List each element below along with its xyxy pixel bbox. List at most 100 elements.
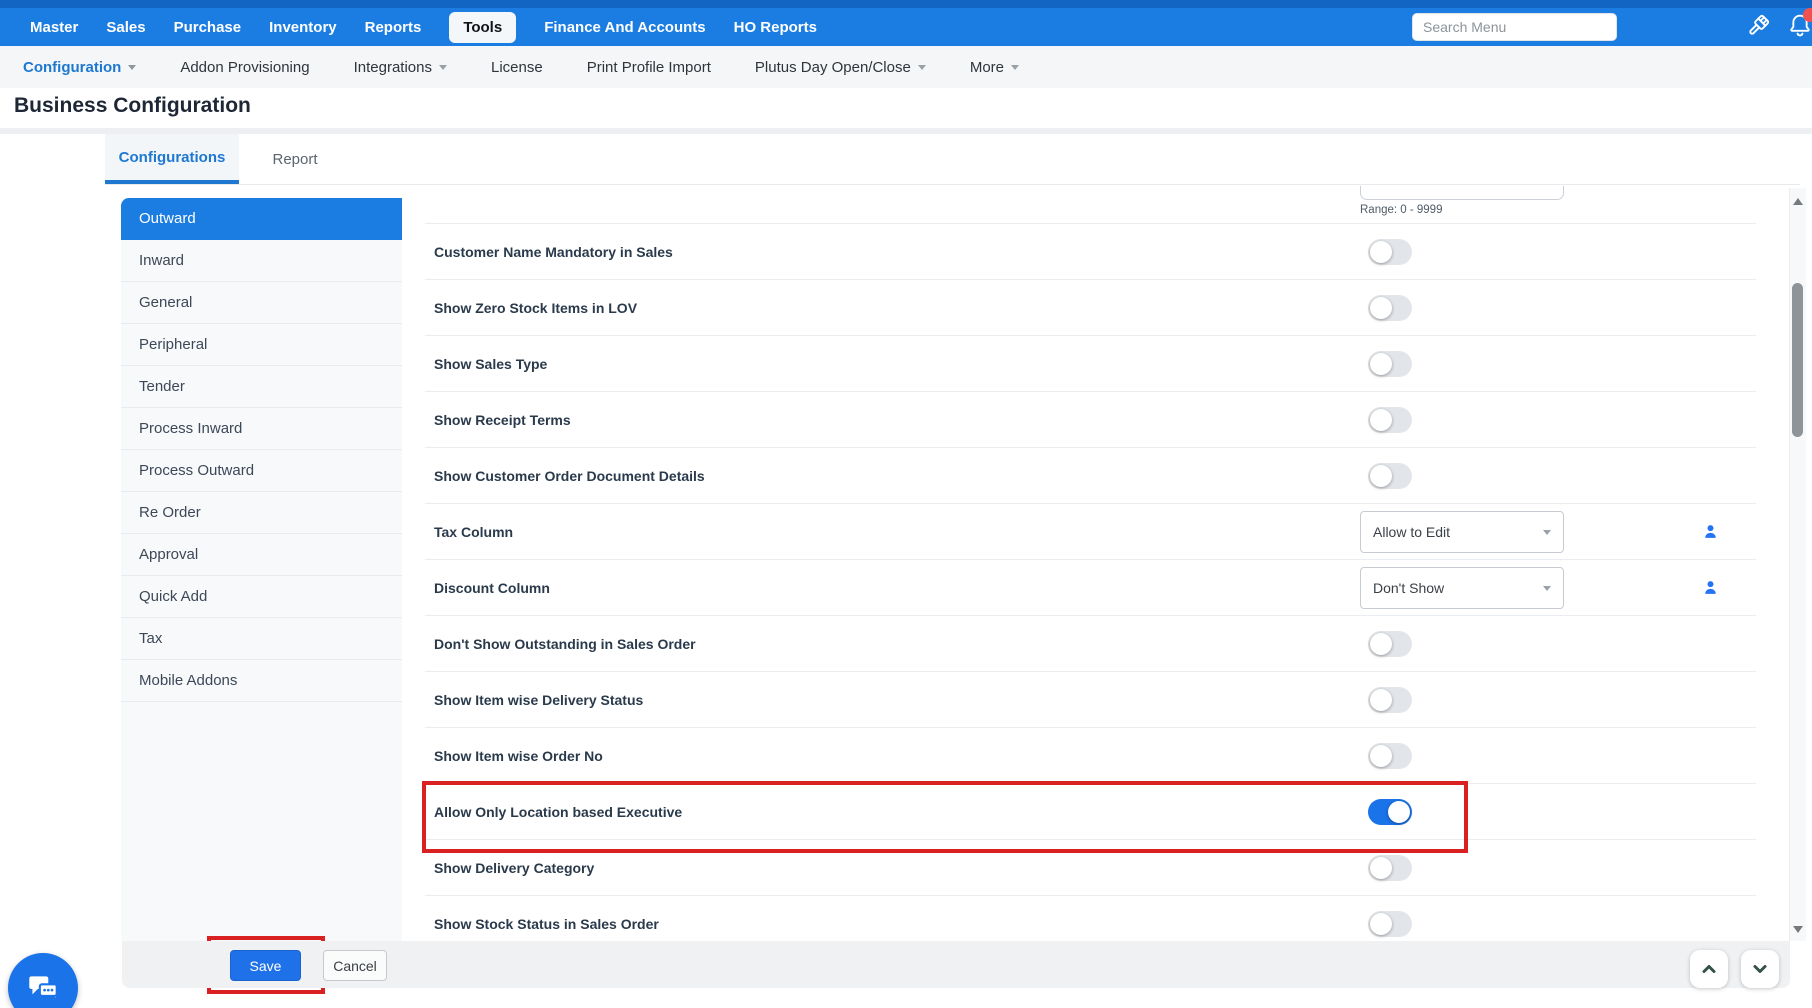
sidebar-item-inward[interactable]: Inward (121, 240, 402, 282)
discount-column-select[interactable]: Don't Show (1360, 567, 1564, 609)
toggle-customer-order-doc-details[interactable] (1368, 463, 1412, 489)
caret-down-icon (438, 64, 447, 70)
subnav-plutus-day-open-close[interactable]: Plutus Day Open/Close (755, 59, 926, 76)
toggle-itemwise-order-no[interactable] (1368, 743, 1412, 769)
toggle-knob (1370, 241, 1392, 263)
scrollbar-up-arrow[interactable] (1793, 198, 1803, 205)
setting-row: Discount Column Don't Show (425, 560, 1756, 616)
person-icon[interactable] (1702, 523, 1719, 540)
paintbrush-icon[interactable] (1742, 12, 1772, 42)
sub-nav-items: Configuration Addon Provisioning Integra… (23, 46, 1020, 88)
top-nav-items: Master Sales Purchase Inventory Reports … (30, 8, 817, 46)
subnav-license-label: License (490, 58, 543, 76)
subnav-print-profile-import[interactable]: Print Profile Import (587, 59, 711, 76)
chat-widget-button[interactable] (8, 953, 78, 1008)
tax-column-select[interactable]: Allow to Edit (1360, 511, 1564, 553)
toggle-show-sales-type[interactable] (1368, 351, 1412, 377)
sidebar-item-re-order[interactable]: Re Order (121, 492, 402, 534)
subnav-configuration-label: Configuration (23, 58, 122, 76)
toggle-knob (1370, 297, 1392, 319)
scrollbar-down-arrow[interactable] (1793, 926, 1803, 933)
sidebar-item-approval[interactable]: Approval (121, 534, 402, 576)
caret-down-icon (1543, 529, 1551, 535)
setting-row: Customer Name Mandatory in Sales (425, 224, 1756, 280)
sidebar-item-quick-add[interactable]: Quick Add (121, 576, 402, 618)
setting-label: Show Receipt Terms (434, 411, 571, 428)
range-hint: Range: 0 - 9999 (1360, 204, 1443, 216)
chevron-up-icon (1702, 965, 1716, 973)
toggle-show-stock-status[interactable] (1368, 911, 1412, 937)
sidebar-item-tender[interactable]: Tender (121, 366, 402, 408)
nav-ho-reports[interactable]: HO Reports (734, 19, 817, 36)
cancel-button[interactable]: Cancel (323, 950, 387, 981)
subnav-more[interactable]: More (970, 59, 1020, 76)
nav-sales[interactable]: Sales (106, 19, 145, 36)
vertical-scrollbar[interactable] (1789, 188, 1806, 941)
subnav-integrations-label: Integrations (353, 58, 432, 76)
search-input[interactable] (1412, 13, 1617, 41)
subnav-addon-provisioning[interactable]: Addon Provisioning (180, 59, 309, 76)
top-navigation-bar: Master Sales Purchase Inventory Reports … (0, 0, 1812, 46)
toggle-show-delivery-category[interactable] (1368, 855, 1412, 881)
sidebar-item-tax[interactable]: Tax (121, 618, 402, 660)
setting-row: Show Item wise Order No (425, 728, 1756, 784)
setting-row: Tax Column Allow to Edit (425, 504, 1756, 560)
toggle-knob (1370, 689, 1392, 711)
toggle-knob (1370, 465, 1392, 487)
nav-purchase[interactable]: Purchase (174, 19, 242, 36)
toggle-dont-show-outstanding[interactable] (1368, 631, 1412, 657)
toggle-zero-stock-lov[interactable] (1368, 295, 1412, 321)
subnav-plutus-day-open-close-label: Plutus Day Open/Close (754, 58, 911, 76)
setting-row: Show Receipt Terms (425, 392, 1756, 448)
page-title: Business Configuration (14, 94, 251, 117)
setting-row: Show Customer Order Document Details (425, 448, 1756, 504)
nav-finance-and-accounts[interactable]: Finance And Accounts (544, 19, 705, 36)
person-icon[interactable] (1702, 579, 1719, 596)
setting-row: Show Sales Type (425, 336, 1756, 392)
sidebar-item-process-outward[interactable]: Process Outward (121, 450, 402, 492)
tab-report[interactable]: Report (239, 134, 351, 184)
setting-label: Show Customer Order Document Details (434, 467, 705, 484)
select-value: Allow to Edit (1373, 524, 1451, 540)
footer-action-bar: Save Cancel (122, 941, 1790, 988)
business-configuration-page: Master Sales Purchase Inventory Reports … (0, 0, 1812, 1008)
setting-label: Don't Show Outstanding in Sales Order (434, 635, 696, 652)
tab-configurations[interactable]: Configurations (105, 134, 239, 184)
tab-strip: Configurations Report (105, 134, 1800, 185)
sidebar-item-general[interactable]: General (121, 282, 402, 324)
subnav-integrations[interactable]: Integrations (354, 59, 447, 76)
subnav-configuration[interactable]: Configuration (23, 58, 137, 76)
sidebar-item-peripheral[interactable]: Peripheral (121, 324, 402, 366)
toggle-knob (1370, 913, 1392, 935)
toggle-customer-name-mandatory[interactable] (1368, 239, 1412, 265)
setting-row: Show Zero Stock Items in LOV (425, 280, 1756, 336)
nav-inventory[interactable]: Inventory (269, 19, 337, 36)
subnav-print-profile-import-label: Print Profile Import (586, 58, 711, 76)
nav-master[interactable]: Master (30, 19, 78, 36)
sidebar-item-mobile-addons[interactable]: Mobile Addons (121, 660, 402, 702)
toggle-itemwise-delivery-status[interactable] (1368, 687, 1412, 713)
nav-tools[interactable]: Tools (449, 11, 517, 43)
toggle-show-receipt-terms[interactable] (1368, 407, 1412, 433)
scroll-bottom-button[interactable] (1741, 950, 1779, 988)
toggle-knob (1370, 409, 1392, 431)
bell-icon[interactable] (1786, 8, 1812, 42)
setting-label: Show Stock Status in Sales Order (434, 916, 659, 932)
subnav-addon-provisioning-label: Addon Provisioning (180, 58, 310, 76)
caret-down-icon (1011, 64, 1020, 70)
setting-row: Show Stock Status in Sales Order (425, 896, 1756, 941)
subnav-license[interactable]: License (491, 59, 543, 76)
range-input-partial[interactable] (1360, 186, 1564, 200)
sidebar-item-process-inward[interactable]: Process Inward (121, 408, 402, 450)
chat-bubble-icon (29, 976, 58, 1001)
save-button[interactable]: Save (230, 950, 301, 981)
setting-label: Tax Column (434, 523, 514, 540)
setting-row-partial: Range: 0 - 9999 (425, 186, 1756, 224)
caret-down-icon (917, 64, 926, 70)
nav-reports[interactable]: Reports (365, 19, 422, 36)
scrollbar-thumb[interactable] (1792, 283, 1803, 437)
scroll-top-button[interactable] (1690, 950, 1728, 988)
sidebar-item-outward[interactable]: Outward (121, 198, 402, 240)
configuration-sidebar: Outward Inward General Peripheral Tender… (121, 198, 402, 941)
notification-badge (1803, 8, 1812, 22)
